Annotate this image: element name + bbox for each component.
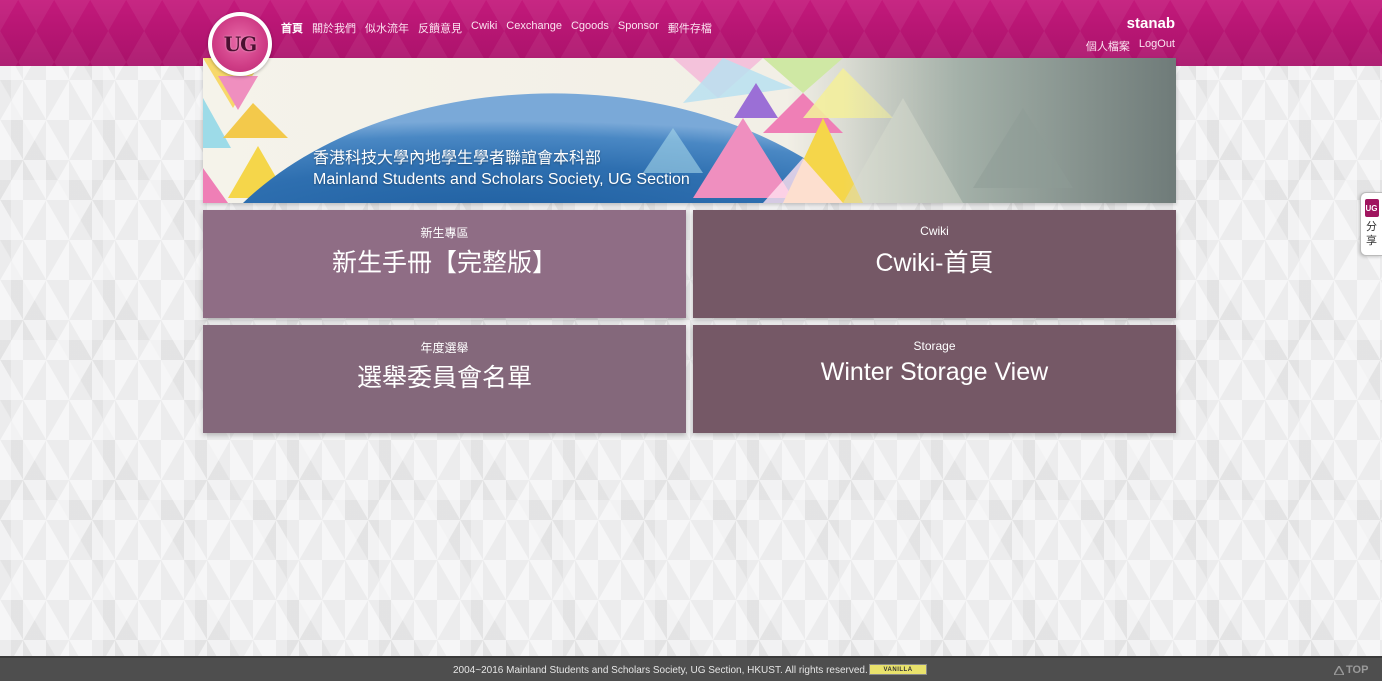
- nav-item-cgoods[interactable]: Cgoods: [571, 20, 609, 36]
- tile-election-committee[interactable]: 年度選舉 選舉委員會名單: [203, 325, 686, 433]
- nav-item-mail-archive[interactable]: 郵件存檔: [668, 20, 712, 36]
- top-label: TOP: [1346, 664, 1369, 676]
- hero-banner: 香港科技大學內地學生學者聯誼會本科部 Mainland Students and…: [203, 58, 1176, 203]
- tile-title: Winter Storage View: [820, 358, 1049, 386]
- tile-title: 新生手冊【完整版】: [331, 249, 557, 277]
- logout-link[interactable]: LogOut: [1139, 38, 1175, 54]
- main-nav: 首頁 關於我們 似水流年 反饋意見 Cwiki Cexchange Cgoods…: [281, 20, 712, 36]
- nav-item-feedback[interactable]: 反饋意見: [418, 20, 462, 36]
- tile-category: Storage: [913, 339, 956, 353]
- tile-freshman-handbook[interactable]: 新生專區 新生手冊【完整版】: [203, 210, 686, 318]
- site-logo[interactable]: UG: [208, 12, 272, 76]
- username: stanab: [1126, 15, 1175, 32]
- banner-title-cn: 香港科技大學內地學生學者聯誼會本科部: [313, 150, 602, 167]
- share-label: 分享: [1366, 221, 1377, 247]
- banner-title: 香港科技大學內地學生學者聯誼會本科部 Mainland Students and…: [313, 148, 690, 190]
- tile-category: 年度選舉: [420, 341, 469, 355]
- vanilla-badge[interactable]: VANILLA: [869, 664, 927, 675]
- nav-item-history[interactable]: 似水流年: [365, 20, 409, 36]
- profile-link[interactable]: 個人檔案: [1086, 38, 1130, 54]
- footer-copyright: 2004~2016 Mainland Students and Scholars…: [453, 665, 868, 676]
- share-tab[interactable]: UG 分享: [1360, 192, 1382, 256]
- footer: 2004~2016 Mainland Students and Scholars…: [0, 656, 1382, 681]
- nav-item-cexchange[interactable]: Cexchange: [506, 20, 562, 36]
- nav-item-about[interactable]: 關於我們: [312, 20, 356, 36]
- nav-item-sponsor[interactable]: Sponsor: [618, 20, 659, 36]
- triangle-up-icon: [1334, 665, 1344, 675]
- nav-item-cwiki[interactable]: Cwiki: [471, 20, 497, 36]
- logo-text: UG: [223, 32, 258, 56]
- tile-category: 新生專區: [420, 226, 469, 240]
- nav-item-home[interactable]: 首頁: [281, 20, 303, 36]
- logo-badge: UG: [212, 16, 268, 72]
- banner-title-en: Mainland Students and Scholars Society, …: [313, 171, 690, 188]
- tile-winter-storage[interactable]: Storage Winter Storage View: [693, 325, 1176, 433]
- tile-title: 選舉委員會名單: [356, 364, 532, 392]
- back-to-top-button[interactable]: TOP: [1334, 664, 1368, 676]
- tile-cwiki-home[interactable]: Cwiki Cwiki-首頁: [693, 210, 1176, 318]
- tile-category: Cwiki: [920, 224, 949, 238]
- tile-title: Cwiki-首頁: [875, 249, 994, 277]
- share-logo-icon: UG: [1364, 199, 1379, 217]
- user-links: 個人檔案 LogOut: [1086, 38, 1175, 54]
